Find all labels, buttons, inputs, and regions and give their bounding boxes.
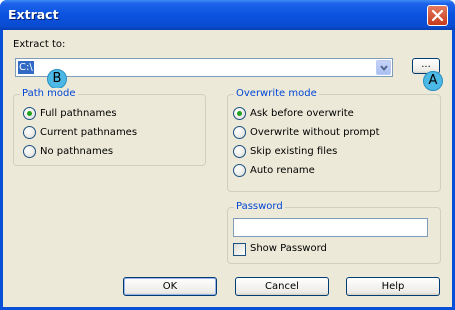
extract-dialog: Extract Extract to: C:\ ... A B Path mod… — [0, 0, 455, 310]
dropdown-button[interactable] — [376, 60, 391, 75]
chevron-down-icon — [380, 65, 388, 71]
close-icon — [431, 9, 444, 22]
badge-b: B — [47, 69, 67, 89]
badge-a: A — [423, 71, 443, 91]
overwrite-mode-title: Overwrite mode — [234, 88, 319, 99]
radio-button[interactable] — [23, 145, 36, 158]
show-password-checkbox[interactable] — [233, 243, 246, 256]
extract-path-value[interactable]: C:\ — [18, 61, 34, 74]
radio-button[interactable] — [233, 145, 246, 158]
radio-button[interactable] — [233, 164, 246, 177]
close-button[interactable] — [427, 5, 448, 26]
radio-button[interactable] — [233, 107, 246, 120]
radio-label: Full pathnames — [40, 108, 117, 119]
radio-button[interactable] — [23, 126, 36, 139]
radio-label: No pathnames — [40, 146, 114, 157]
window-title: Extract — [8, 7, 59, 22]
dialog-body: Extract to: C:\ ... A B Path mode Full p… — [3, 30, 452, 307]
radio-label: Auto rename — [250, 165, 315, 176]
ok-button[interactable]: OK — [123, 277, 217, 296]
path-mode-title: Path mode — [20, 88, 78, 99]
radio-button[interactable] — [23, 107, 36, 120]
radio-selected-dot — [27, 111, 32, 116]
show-password-label: Show Password — [250, 243, 327, 254]
title-bar[interactable]: Extract — [0, 0, 455, 30]
radio-label: Overwrite without prompt — [250, 127, 380, 138]
radio-label: Ask before overwrite — [250, 108, 354, 119]
password-title: Password — [234, 201, 285, 212]
extract-to-label: Extract to: — [13, 39, 66, 50]
radio-label: Skip existing files — [250, 146, 338, 157]
password-input[interactable] — [233, 218, 428, 237]
radio-button[interactable] — [233, 126, 246, 139]
cancel-button[interactable]: Cancel — [235, 277, 329, 296]
extract-path-combobox[interactable]: C:\ — [15, 58, 393, 77]
radio-label: Current pathnames — [40, 127, 138, 138]
radio-selected-dot — [237, 111, 242, 116]
help-button[interactable]: Help — [346, 277, 440, 296]
